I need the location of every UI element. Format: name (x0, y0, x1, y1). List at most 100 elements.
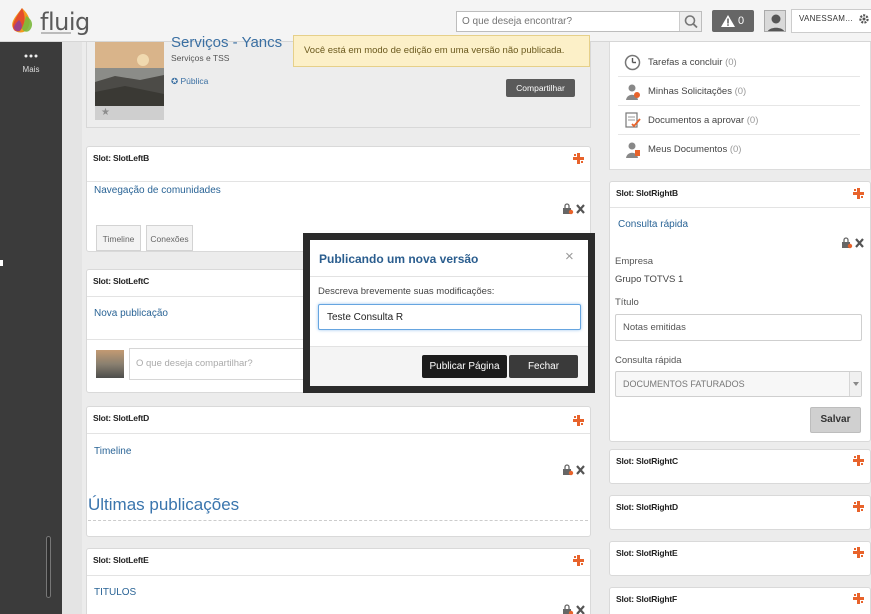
close-icon (855, 238, 864, 248)
edit-mode-notice: Você está em modo de edição em uma versã… (293, 35, 590, 67)
search-button[interactable] (679, 12, 701, 31)
slot-right-c: Slot: SlotRightC (609, 449, 871, 484)
more-icon[interactable] (24, 54, 38, 58)
user-request-icon (626, 84, 640, 100)
warning-icon (721, 15, 735, 27)
search-box (456, 11, 702, 32)
slot-title: Slot: SlotLeftC (93, 276, 150, 286)
search-input[interactable] (457, 12, 680, 31)
slot-right-b: Slot: SlotRightB Consulta rápida Empresa… (609, 181, 871, 442)
task-label: Minhas Solicitações (0) (648, 86, 747, 97)
search-icon (684, 15, 698, 29)
task-row-requests[interactable]: Minhas Solicitações (0) (618, 77, 860, 106)
task-label: Meus Documentos (0) (648, 144, 742, 155)
sidebar-scrollbar[interactable] (46, 536, 51, 598)
community-visibility[interactable]: ✪ Pública (171, 76, 208, 87)
close-dialog-button[interactable]: Fechar (509, 355, 578, 378)
logo-tagline (41, 32, 71, 34)
save-button[interactable]: Salvar (810, 407, 861, 433)
slot-title: Slot: SlotLeftD (93, 413, 150, 423)
slot-title: Slot: SlotLeftE (93, 555, 149, 565)
user-name: VANESSAM... (799, 14, 853, 23)
slot-divider (87, 181, 590, 182)
alerts-button[interactable]: 0 (712, 10, 754, 32)
dashed-divider (88, 520, 588, 521)
widget-link-titles[interactable]: TITULOS (94, 587, 136, 598)
slot-right-d: Slot: SlotRightD (609, 495, 871, 530)
slot-divider (87, 575, 590, 576)
lock-icon (563, 604, 574, 614)
widget-link-timeline[interactable]: Timeline (94, 446, 131, 457)
widget-tools (842, 237, 864, 249)
edge-marker (0, 260, 3, 266)
dialog-footer: Publicar Página Fechar (310, 346, 588, 386)
slot-title: Slot: SlotRightB (616, 188, 678, 198)
tasks-panel: Tarefas a concluir (0) Minhas Solicitaçõ… (609, 42, 871, 170)
task-row-pending[interactable]: Tarefas a concluir (0) (618, 48, 860, 77)
publish-dialog: Publicando um nova versão × Descreva bre… (310, 240, 588, 386)
lock-icon (842, 237, 853, 249)
favorite-bar: ★ (95, 106, 164, 120)
dialog-title: Publicando um nova versão (319, 252, 479, 266)
tab-timeline[interactable]: Timeline (96, 225, 141, 251)
star-icon[interactable]: ★ (101, 107, 110, 118)
company-label: Empresa (615, 256, 654, 267)
user-avatar[interactable] (764, 10, 786, 32)
query-select[interactable]: DOCUMENTOS FATURADOS (615, 371, 862, 397)
lock-icon (563, 464, 574, 476)
query-label: Consulta rápida (615, 355, 682, 366)
community-title: Serviços - Yancs (171, 34, 283, 51)
alerts-count: 0 (738, 15, 745, 27)
fluig-logo-icon (12, 8, 33, 33)
change-description-input[interactable] (318, 304, 581, 330)
add-widget-icon[interactable] (853, 501, 864, 512)
publish-page-button[interactable]: Publicar Página (422, 355, 507, 378)
post-author-avatar (96, 350, 124, 378)
widget-tools (563, 604, 585, 614)
title-field[interactable]: Notas emitidas (615, 314, 862, 341)
close-icon (576, 465, 585, 475)
add-widget-icon[interactable] (853, 455, 864, 466)
task-row-approve[interactable]: Documentos a aprovar (0) (618, 106, 860, 135)
task-row-my-docs[interactable]: Meus Documentos (0) (618, 135, 860, 164)
widget-tools (563, 203, 585, 215)
user-silhouette-icon (767, 14, 785, 31)
share-button[interactable]: Compartilhar (506, 79, 575, 97)
add-widget-icon[interactable] (853, 188, 864, 199)
more-label[interactable]: Mais (0, 65, 62, 74)
task-label: Documentos a aprovar (0) (648, 115, 759, 126)
tab-connections[interactable]: Conexões (146, 225, 193, 251)
slot-left-e: Slot: SlotLeftE TITULOS (86, 548, 591, 614)
close-icon (576, 605, 585, 614)
add-widget-icon[interactable] (573, 415, 584, 426)
add-widget-icon[interactable] (573, 153, 584, 164)
slot-title: Slot: SlotRightF (616, 594, 678, 604)
dropdown-arrow (849, 372, 861, 396)
fluig-logo[interactable]: fluig (8, 6, 90, 36)
community-subtitle: Serviços e TSS (171, 53, 230, 63)
slot-title: Slot: SlotRightD (616, 502, 678, 512)
community-photo (95, 42, 164, 106)
widget-link-community-nav[interactable]: Navegação de comunidades (94, 185, 221, 196)
query-select-value: DOCUMENTOS FATURADOS (623, 379, 745, 389)
publish-dialog-frame: Publicando um nova versão × Descreva bre… (303, 233, 595, 393)
chevron-down-icon (853, 382, 859, 386)
slot-title: Slot: SlotRightC (616, 456, 678, 466)
document-approve-icon (625, 112, 641, 128)
widget-link-new-post[interactable]: Nova publicação (94, 308, 168, 319)
add-widget-icon[interactable] (853, 593, 864, 604)
visibility-label: Pública (180, 76, 209, 86)
gear-icon[interactable] (858, 13, 870, 25)
add-widget-icon[interactable] (853, 547, 864, 558)
lock-icon (563, 203, 574, 215)
post-share-input[interactable]: O que deseja compartilhar? (129, 348, 309, 380)
widget-link-quick-query[interactable]: Consulta rápida (618, 219, 688, 230)
dialog-description: Descreva brevemente suas modificações: (318, 286, 495, 297)
task-label: Tarefas a concluir (0) (648, 57, 737, 68)
slot-divider (610, 207, 870, 208)
dialog-close-icon[interactable]: × (565, 248, 574, 265)
slot-divider (87, 433, 590, 434)
clock-icon (624, 54, 641, 71)
dialog-header: Publicando um nova versão × (310, 240, 588, 277)
add-widget-icon[interactable] (573, 555, 584, 566)
